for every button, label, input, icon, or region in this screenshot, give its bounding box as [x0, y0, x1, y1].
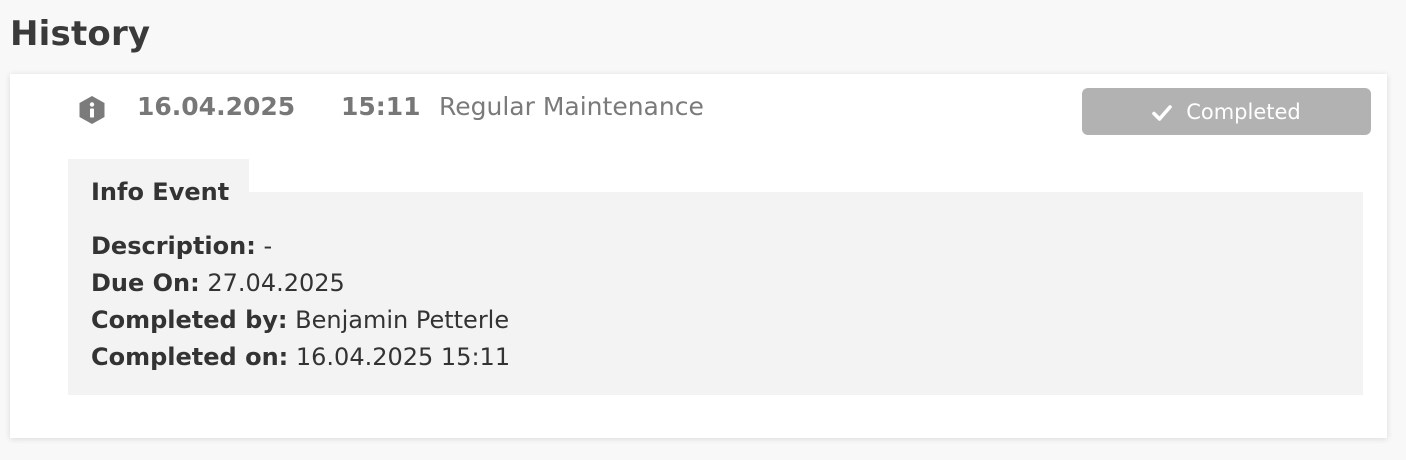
detail-label: Completed by:	[91, 306, 288, 334]
detail-row-description: Description: -	[91, 228, 510, 265]
event-title: Regular Maintenance	[439, 92, 704, 121]
details-heading: Info Event	[91, 178, 230, 206]
detail-value: 27.04.2025	[207, 269, 345, 297]
info-icon	[78, 95, 106, 125]
detail-label: Description:	[91, 232, 256, 260]
detail-label: Due On:	[91, 269, 200, 297]
detail-value: -	[263, 232, 273, 260]
detail-row-completed-on: Completed on: 16.04.2025 15:11	[91, 339, 510, 376]
history-card: 16.04.2025 15:11 Regular Maintenance Com…	[10, 74, 1387, 438]
detail-value: Benjamin Petterle	[295, 306, 510, 334]
detail-value: 16.04.2025 15:11	[295, 343, 511, 371]
event-date: 16.04.2025	[137, 92, 296, 121]
detail-row-due-on: Due On: 27.04.2025	[91, 265, 510, 302]
event-time: 15:11	[341, 92, 421, 121]
completed-status-button[interactable]: Completed	[1082, 88, 1371, 135]
detail-row-completed-by: Completed by: Benjamin Petterle	[91, 302, 510, 339]
details-list: Description: - Due On: 27.04.2025 Comple…	[91, 228, 510, 376]
section-title: History	[10, 14, 151, 54]
detail-label: Completed on:	[91, 343, 289, 371]
status-label: Completed	[1186, 99, 1301, 124]
event-header[interactable]: 16.04.2025 15:11 Regular Maintenance Com…	[10, 74, 1387, 148]
check-icon	[1152, 103, 1173, 121]
